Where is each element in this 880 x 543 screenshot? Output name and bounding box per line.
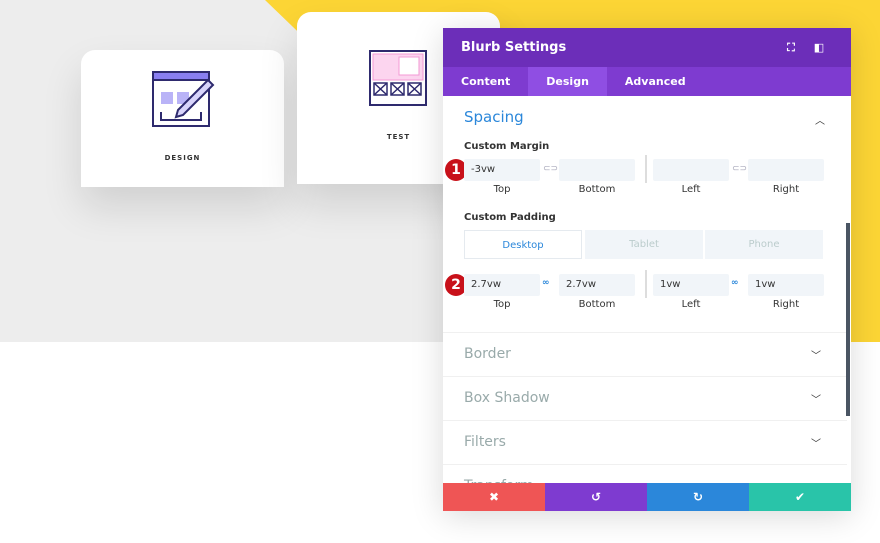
cancel-button[interactable]: ✖ xyxy=(443,483,545,511)
caption-top: Top xyxy=(493,299,511,310)
tab-content[interactable]: Content xyxy=(443,67,528,96)
caption-left: Left xyxy=(681,184,701,195)
margin-bottom-input[interactable] xyxy=(559,159,635,181)
panel-header: Blurb Settings ⛶ ◧ xyxy=(443,28,851,67)
custom-margin-label: Custom Margin xyxy=(464,141,550,152)
tab-design[interactable]: Design xyxy=(528,67,607,96)
blurb-settings-panel: Blurb Settings ⛶ ◧ Content Design Advanc… xyxy=(443,28,851,511)
margin-top-input[interactable]: -3vw xyxy=(464,159,540,181)
device-tab-tablet[interactable]: Tablet xyxy=(585,230,703,259)
padding-right-input[interactable]: 1vw xyxy=(748,274,824,296)
chevron-down-icon: ﹀ xyxy=(811,351,821,362)
link-icon[interactable]: ⊂⊃ xyxy=(543,164,558,174)
chevron-up-icon[interactable]: ︿ xyxy=(815,112,825,127)
caption-left: Left xyxy=(681,299,701,310)
device-tab-desktop[interactable]: Desktop xyxy=(464,230,582,259)
section-title: Filters xyxy=(464,434,506,450)
padding-bottom-input[interactable]: 2.7vw xyxy=(559,274,635,296)
split-view-icon[interactable]: ◧ xyxy=(805,41,833,54)
design-pencil-icon xyxy=(152,71,215,127)
panel-title: Blurb Settings xyxy=(461,40,567,55)
chevron-down-icon: ﹀ xyxy=(811,439,821,450)
padding-left-input[interactable]: 1vw xyxy=(653,274,729,296)
section-filters[interactable]: Filters ﹀ xyxy=(443,420,847,464)
divider xyxy=(645,155,647,183)
fullscreen-icon[interactable]: ⛶ xyxy=(777,41,805,55)
wireframe-icon xyxy=(369,50,427,106)
section-title-spacing[interactable]: Spacing xyxy=(464,108,524,126)
redo-button[interactable]: ↻ xyxy=(647,483,749,511)
chevron-down-icon: ﹀ xyxy=(811,395,821,406)
padding-top-input[interactable]: 2.7vw xyxy=(464,274,540,296)
section-border[interactable]: Border ﹀ xyxy=(443,332,847,376)
caption-bottom: Bottom xyxy=(578,299,616,310)
caption-top: Top xyxy=(493,184,511,195)
save-button[interactable]: ✔ xyxy=(749,483,851,511)
section-title: Box Shadow xyxy=(464,390,550,406)
panel-footer: ✖ ↺ ↻ ✔ xyxy=(443,483,851,511)
scrollbar[interactable] xyxy=(846,223,850,416)
margin-right-input[interactable] xyxy=(748,159,824,181)
section-box-shadow[interactable]: Box Shadow ﹀ xyxy=(443,376,847,420)
undo-button[interactable]: ↺ xyxy=(545,483,647,511)
custom-padding-label: Custom Padding xyxy=(464,212,556,223)
caption-bottom: Bottom xyxy=(578,184,616,195)
section-title: Border xyxy=(464,346,511,362)
link-icon[interactable]: ⊂⊃ xyxy=(732,164,747,174)
link-icon[interactable]: ∞ xyxy=(731,278,739,288)
margin-left-input[interactable] xyxy=(653,159,729,181)
link-icon[interactable]: ∞ xyxy=(542,278,550,288)
blurb-card-design[interactable]: DESIGN xyxy=(81,50,284,187)
tab-advanced[interactable]: Advanced xyxy=(607,67,704,96)
card-label: DESIGN xyxy=(164,154,201,162)
divider xyxy=(645,270,647,298)
panel-tabs: Content Design Advanced xyxy=(443,67,851,96)
caption-right: Right xyxy=(772,184,800,195)
caption-right: Right xyxy=(772,299,800,310)
device-tab-phone[interactable]: Phone xyxy=(705,230,823,259)
